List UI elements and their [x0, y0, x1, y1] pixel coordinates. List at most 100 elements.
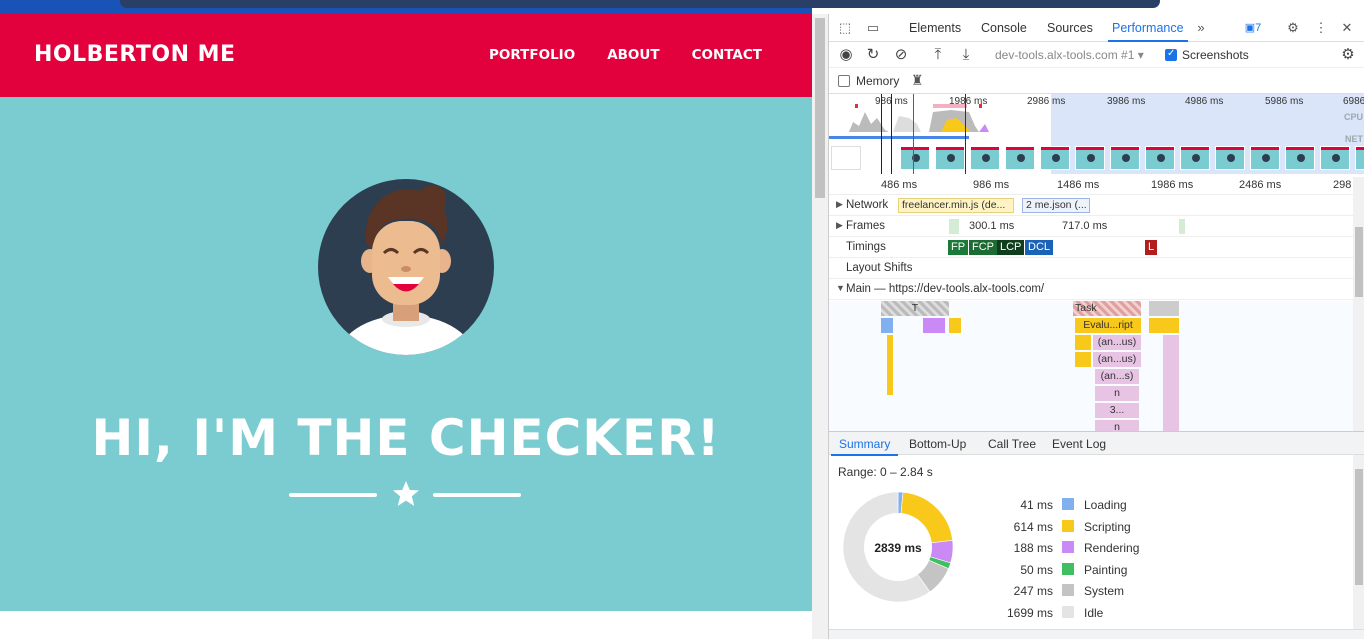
site-brand[interactable]: HOLBERTON ME — [34, 42, 236, 67]
nav-about-link[interactable]: ABOUT — [607, 47, 659, 63]
flame-event[interactable] — [949, 318, 961, 333]
network-request-me-json[interactable]: 2 me.json (... — [1022, 198, 1090, 213]
tab-summary[interactable]: Summary — [830, 437, 899, 456]
legend-label: Loading — [1084, 498, 1127, 512]
inspect-element-icon[interactable]: ⬚ — [837, 20, 853, 36]
frames-track[interactable]: ▶ Frames 300.1 ms 717.0 ms — [829, 216, 1353, 237]
tab-bottom-up[interactable]: Bottom-Up — [909, 437, 966, 451]
tracks-scroll-thumb[interactable] — [1355, 227, 1363, 297]
screenshot-thumbnail[interactable] — [1075, 146, 1105, 170]
screenshot-thumbnail[interactable] — [900, 146, 930, 170]
screenshot-thumbnail[interactable] — [1110, 146, 1140, 170]
flame-evaluate-script[interactable]: Evalu...ript — [1075, 318, 1141, 333]
screen: HOLBERTON ME PORTFOLIO ABOUT CONTACT HI,… — [0, 0, 1364, 639]
flame-chart[interactable]: T Task Evalu...ript (an...us) (an...us) … — [829, 301, 1353, 431]
flame-task[interactable]: T — [881, 301, 949, 316]
more-tabs-icon[interactable]: » — [1193, 20, 1209, 36]
flame-event[interactable] — [1075, 352, 1091, 367]
expand-triangle-icon[interactable]: ▶ — [836, 199, 843, 210]
network-request-freelancer[interactable]: freelancer.min.js (de... — [898, 198, 1014, 213]
flame-event[interactable] — [923, 318, 945, 333]
collapse-triangle-icon[interactable]: ▼ — [836, 283, 845, 293]
network-track[interactable]: ▶ Network freelancer.min.js (de... 2 me.… — [829, 195, 1353, 216]
kebab-menu-icon[interactable]: ⋮ — [1313, 20, 1329, 36]
frame-block[interactable] — [1179, 219, 1185, 234]
recording-select[interactable]: dev-tools.alx-tools.com #1 ▾ — [995, 48, 1144, 62]
flame-anonymous[interactable]: (an...us) — [1093, 335, 1141, 350]
flame-anonymous[interactable]: (an...s) — [1095, 369, 1139, 384]
nav-contact-link[interactable]: CONTACT — [692, 47, 762, 63]
timing-fp[interactable]: FP — [948, 240, 969, 255]
flame-event[interactable] — [887, 335, 893, 395]
flame-event[interactable] — [1075, 335, 1091, 350]
flame-anonymous[interactable]: (an...us) — [1093, 352, 1141, 367]
devtools-tabbar: ⬚ ▭ Elements Console Sources Performance… — [829, 14, 1364, 42]
frame-duration[interactable]: 717.0 ms — [1062, 220, 1107, 232]
settings-gear-icon[interactable]: ⚙ — [1285, 20, 1301, 36]
screenshot-thumbnail[interactable] — [1215, 146, 1245, 170]
screenshot-thumbnail[interactable] — [1180, 146, 1210, 170]
timeline-overview[interactable]: 986 ms 1986 ms 2986 ms 3986 ms 4986 ms 5… — [829, 94, 1364, 174]
timing-fcp[interactable]: FCP — [969, 240, 997, 255]
screenshot-thumbnail[interactable] — [1145, 146, 1175, 170]
tab-event-log[interactable]: Event Log — [1052, 437, 1106, 451]
star-icon — [393, 481, 419, 506]
tab-sources[interactable]: Sources — [1047, 21, 1093, 35]
main-thread-track[interactable]: ▼ Main — https://dev-tools.alx-tools.com… — [829, 279, 1353, 300]
upload-profile-icon[interactable]: ⤒ — [929, 46, 947, 64]
flame-function[interactable]: n — [1095, 420, 1139, 431]
marker-line — [891, 94, 892, 174]
screenshot-thumbnail[interactable] — [1320, 146, 1350, 170]
frame-block[interactable] — [949, 219, 959, 234]
tab-console[interactable]: Console — [981, 21, 1027, 35]
tab-call-tree[interactable]: Call Tree — [988, 437, 1036, 451]
flame-task[interactable]: Task — [1073, 301, 1141, 316]
legend-label: Rendering — [1084, 541, 1140, 555]
screenshot-thumbnail[interactable] — [1355, 146, 1364, 170]
flame-function[interactable]: n — [1095, 386, 1139, 401]
legend-swatch — [1062, 562, 1074, 575]
tracks-scrollbar[interactable] — [1353, 177, 1364, 431]
summary-scroll-thumb[interactable] — [1355, 469, 1363, 585]
screenshots-checkbox[interactable] — [1165, 48, 1177, 61]
flame-event[interactable] — [881, 318, 893, 333]
memory-row: Memory ♜ — [829, 68, 1364, 94]
issues-icon[interactable]: ▣7 — [1241, 20, 1265, 36]
capture-settings-icon[interactable]: ⚙ — [1339, 46, 1357, 64]
ruler-tick: 986 ms — [973, 179, 1010, 191]
flame-event[interactable] — [1149, 318, 1179, 333]
reload-record-icon[interactable]: ↻ — [864, 46, 882, 64]
frame-duration[interactable]: 300.1 ms — [969, 220, 1014, 232]
tab-performance[interactable]: Performance — [1108, 21, 1188, 42]
flame-task[interactable] — [1149, 301, 1179, 316]
address-bar[interactable] — [120, 0, 1160, 8]
page-scroll-thumb[interactable] — [815, 18, 825, 198]
screenshot-thumbnail[interactable] — [970, 146, 1000, 170]
screenshot-thumbnail[interactable] — [1040, 146, 1070, 170]
issues-count: 7 — [1255, 22, 1262, 34]
flame-event[interactable] — [1163, 335, 1179, 431]
record-icon[interactable]: ◉ — [837, 46, 855, 64]
memory-checkbox[interactable] — [838, 75, 850, 87]
page-scrollbar[interactable] — [812, 14, 828, 639]
nav-portfolio-link[interactable]: PORTFOLIO — [489, 47, 575, 63]
timing-dcl[interactable]: DCL — [1025, 240, 1054, 255]
garbage-collect-icon[interactable]: ♜ — [911, 72, 924, 89]
screenshot-thumbnail[interactable] — [831, 146, 861, 170]
screenshot-thumbnail[interactable] — [1005, 146, 1035, 170]
screenshot-thumbnail[interactable] — [1250, 146, 1280, 170]
legend-value: 1699 ms — [1006, 605, 1053, 620]
screenshot-thumbnail[interactable] — [1285, 146, 1315, 170]
ruler-tick: 2486 ms — [1239, 179, 1282, 191]
screenshot-thumbnail[interactable] — [935, 146, 965, 170]
clear-icon[interactable]: ⊘ — [892, 46, 910, 64]
download-profile-icon[interactable]: ⤓ — [957, 46, 975, 64]
device-toolbar-icon[interactable]: ▭ — [865, 20, 881, 36]
tab-elements[interactable]: Elements — [909, 21, 961, 35]
flame-function[interactable]: 3... — [1095, 403, 1139, 418]
expand-triangle-icon[interactable]: ▶ — [836, 220, 843, 231]
timing-load[interactable]: L — [1145, 240, 1158, 255]
summary-scrollbar[interactable] — [1353, 455, 1364, 629]
close-devtools-icon[interactable]: ✕ — [1339, 20, 1355, 36]
timing-lcp[interactable]: LCP — [997, 240, 1025, 255]
